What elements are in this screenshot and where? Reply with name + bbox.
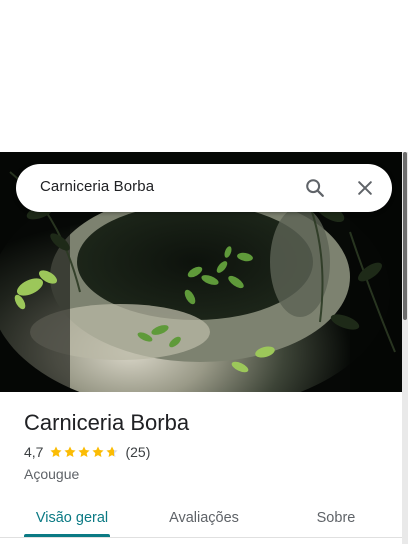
tab-reviews[interactable]: Avaliações <box>156 496 252 540</box>
close-icon <box>358 181 372 195</box>
close-button[interactable] <box>351 174 379 202</box>
rating-value: 4,7 <box>24 444 44 460</box>
star-rating <box>49 445 119 459</box>
search-box[interactable]: Carniceria Borba <box>16 164 392 212</box>
search-input[interactable]: Carniceria Borba <box>40 178 154 195</box>
rating-row[interactable]: 4,7 (25) <box>24 444 150 460</box>
search-button[interactable] <box>301 174 329 202</box>
maps-place-panel: Carniceria Borba Carniceria Borba 4,7 (2… <box>0 0 408 544</box>
star-icon <box>78 446 91 458</box>
star-icon <box>50 446 63 458</box>
place-title: Carniceria Borba <box>24 410 190 435</box>
scrollbar-thumb[interactable] <box>403 152 407 320</box>
review-count[interactable]: (25) <box>125 444 150 460</box>
search-icon <box>306 179 324 197</box>
tab-about[interactable]: Sobre <box>296 496 376 540</box>
place-info: Carniceria Borba 4,7 (25) Açougue Visão … <box>0 392 402 544</box>
star-icon <box>64 446 77 458</box>
star-icon <box>106 446 119 458</box>
star-icon <box>92 446 105 458</box>
blank-area <box>0 0 408 152</box>
tabs-divider <box>0 537 402 538</box>
tab-bar: Visão geral Avaliações Sobre <box>0 496 402 544</box>
place-category[interactable]: Açougue <box>24 466 79 482</box>
